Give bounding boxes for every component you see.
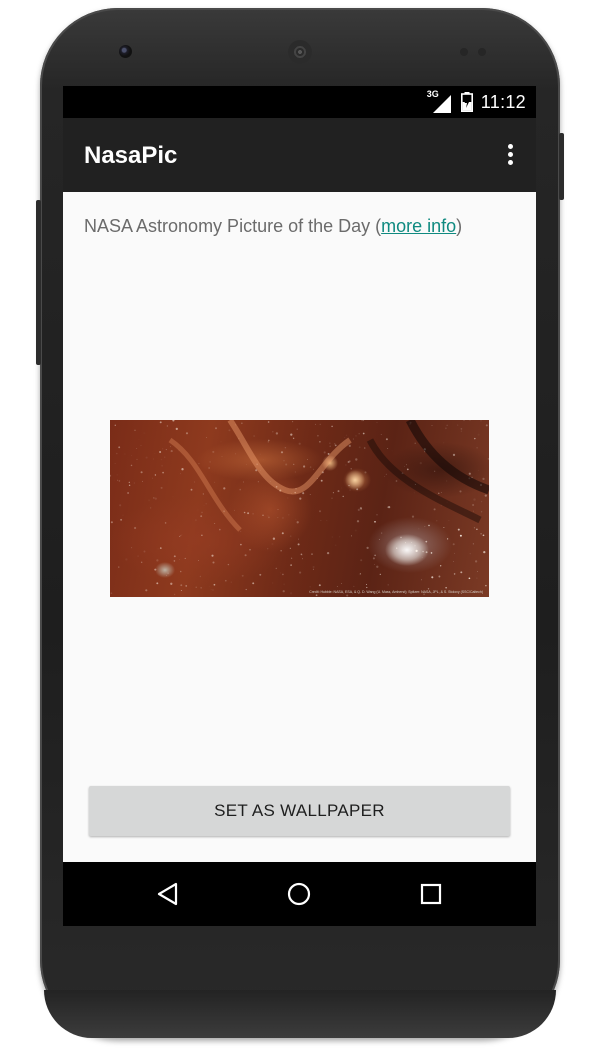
more-info-link[interactable]: more info bbox=[381, 216, 456, 236]
app-bar: NasaPic bbox=[63, 118, 536, 192]
power-button bbox=[36, 200, 41, 365]
status-bar: 3G 11:12 bbox=[63, 86, 536, 118]
back-icon[interactable] bbox=[152, 878, 184, 910]
star-field bbox=[110, 420, 489, 597]
signal-icon: 3G bbox=[427, 89, 453, 113]
intro-prefix: NASA Astronomy Picture of the Day ( bbox=[84, 216, 382, 236]
overflow-menu-icon[interactable] bbox=[498, 138, 522, 170]
apod-image: Credit: Hubble: NASA, ESA, & Q. D. Wang … bbox=[110, 420, 489, 597]
earpiece-grille bbox=[288, 40, 312, 64]
screen: 3G 11:12 NasaPic NASA Astronomy Picture … bbox=[63, 86, 536, 926]
intro-suffix: ) bbox=[456, 216, 463, 236]
proximity-sensor bbox=[460, 48, 468, 56]
light-sensor bbox=[478, 48, 486, 56]
navigation-bar bbox=[63, 862, 536, 926]
home-icon[interactable] bbox=[283, 878, 315, 910]
image-credit: Credit: Hubble: NASA, ESA, & Q. D. Wang … bbox=[309, 590, 483, 594]
battery-charging-icon bbox=[460, 92, 473, 112]
front-camera bbox=[119, 45, 132, 58]
status-icons: 3G 11:12 bbox=[427, 89, 526, 114]
main-content: NASA Astronomy Picture of the Day (more … bbox=[63, 192, 536, 862]
recents-icon[interactable] bbox=[415, 878, 447, 910]
intro-text: NASA Astronomy Picture of the Day (more … bbox=[84, 216, 462, 237]
app-title: NasaPic bbox=[84, 142, 178, 169]
set-as-wallpaper-button[interactable]: SET AS WALLPAPER bbox=[89, 786, 510, 836]
volume-button bbox=[559, 133, 564, 200]
clock: 11:12 bbox=[480, 91, 526, 112]
phone-chin bbox=[44, 990, 556, 1038]
